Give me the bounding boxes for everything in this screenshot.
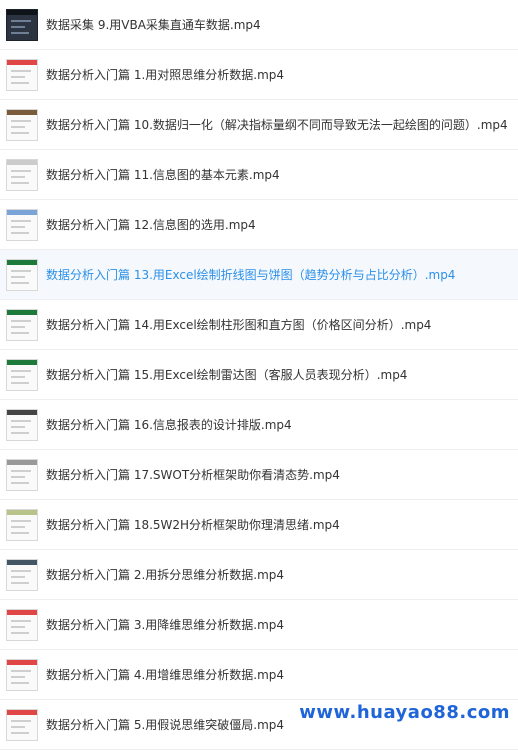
file-name: 数据分析入门篇 16.信息报表的设计排版.mp4 [46, 418, 292, 432]
file-row[interactable]: 数据分析入门篇 13.用Excel绘制折线图与饼图（趋势分析与占比分析）.mp4 [0, 250, 518, 300]
file-row[interactable]: 数据分析入门篇 10.数据归一化（解决指标量纲不同而导致无法一起绘图的问题）.m… [0, 100, 518, 150]
file-row[interactable]: 数据分析入门篇 1.用对照思维分析数据.mp4 [0, 50, 518, 100]
file-name: 数据分析入门篇 18.5W2H分析框架助你理清思绪.mp4 [46, 518, 340, 532]
video-thumbnail-icon [6, 308, 38, 341]
file-row[interactable]: 数据分析入门篇 15.用Excel绘制雷达图（客服人员表现分析）.mp4 [0, 350, 518, 400]
file-row[interactable]: 数据分析入门篇 16.信息报表的设计排版.mp4 [0, 400, 518, 450]
video-thumbnail-icon [6, 508, 38, 541]
file-list: 数据采集 9.用VBA采集直通车数据.mp4 数据分析入门篇 1.用对照思维分析数… [0, 0, 518, 750]
file-row[interactable]: 数据分析入门篇 2.用拆分思维分析数据.mp4 [0, 550, 518, 600]
video-thumbnail-icon [6, 708, 38, 741]
video-thumbnail-icon [6, 258, 38, 291]
video-thumbnail-icon [6, 208, 38, 241]
file-name: 数据分析入门篇 12.信息图的选用.mp4 [46, 218, 256, 232]
video-thumbnail-icon [6, 658, 38, 691]
video-thumbnail-icon [6, 558, 38, 591]
video-thumbnail-icon [6, 408, 38, 441]
file-name: 数据分析入门篇 13.用Excel绘制折线图与饼图（趋势分析与占比分析）.mp4 [46, 268, 456, 282]
video-thumbnail-icon [6, 358, 38, 391]
file-name: 数据分析入门篇 10.数据归一化（解决指标量纲不同而导致无法一起绘图的问题）.m… [46, 118, 508, 132]
file-name: 数据分析入门篇 11.信息图的基本元素.mp4 [46, 168, 280, 182]
video-thumbnail-icon [6, 458, 38, 491]
file-name: 数据分析入门篇 3.用降维思维分析数据.mp4 [46, 618, 285, 632]
file-row[interactable]: 数据分析入门篇 11.信息图的基本元素.mp4 [0, 150, 518, 200]
file-name: 数据采集 9.用VBA采集直通车数据.mp4 [46, 18, 261, 32]
video-thumbnail-icon [6, 158, 38, 191]
file-row[interactable]: 数据分析入门篇 14.用Excel绘制柱形图和直方图（价格区间分析）.mp4 [0, 300, 518, 350]
file-row[interactable]: 数据分析入门篇 12.信息图的选用.mp4 [0, 200, 518, 250]
video-thumbnail-icon [6, 58, 38, 91]
file-row[interactable]: 数据采集 9.用VBA采集直通车数据.mp4 [0, 0, 518, 50]
video-thumbnail-icon [6, 108, 38, 141]
watermark: www.huayao88.com [299, 702, 510, 723]
file-name: 数据分析入门篇 1.用对照思维分析数据.mp4 [46, 68, 285, 82]
file-name: 数据分析入门篇 2.用拆分思维分析数据.mp4 [46, 568, 285, 582]
file-row[interactable]: 数据分析入门篇 3.用降维思维分析数据.mp4 [0, 600, 518, 650]
file-row[interactable]: 数据分析入门篇 17.SWOT分析框架助你看清态势.mp4 [0, 450, 518, 500]
file-name: 数据分析入门篇 5.用假说思维突破僵局.mp4 [46, 718, 285, 732]
file-name: 数据分析入门篇 15.用Excel绘制雷达图（客服人员表现分析）.mp4 [46, 368, 408, 382]
video-thumbnail-icon [6, 608, 38, 641]
file-row[interactable]: 数据分析入门篇 4.用增维思维分析数据.mp4 [0, 650, 518, 700]
file-name: 数据分析入门篇 14.用Excel绘制柱形图和直方图（价格区间分析）.mp4 [46, 318, 432, 332]
video-thumbnail-icon [6, 8, 38, 41]
file-name: 数据分析入门篇 4.用增维思维分析数据.mp4 [46, 668, 285, 682]
file-row[interactable]: 数据分析入门篇 18.5W2H分析框架助你理清思绪.mp4 [0, 500, 518, 550]
file-name: 数据分析入门篇 17.SWOT分析框架助你看清态势.mp4 [46, 468, 340, 482]
